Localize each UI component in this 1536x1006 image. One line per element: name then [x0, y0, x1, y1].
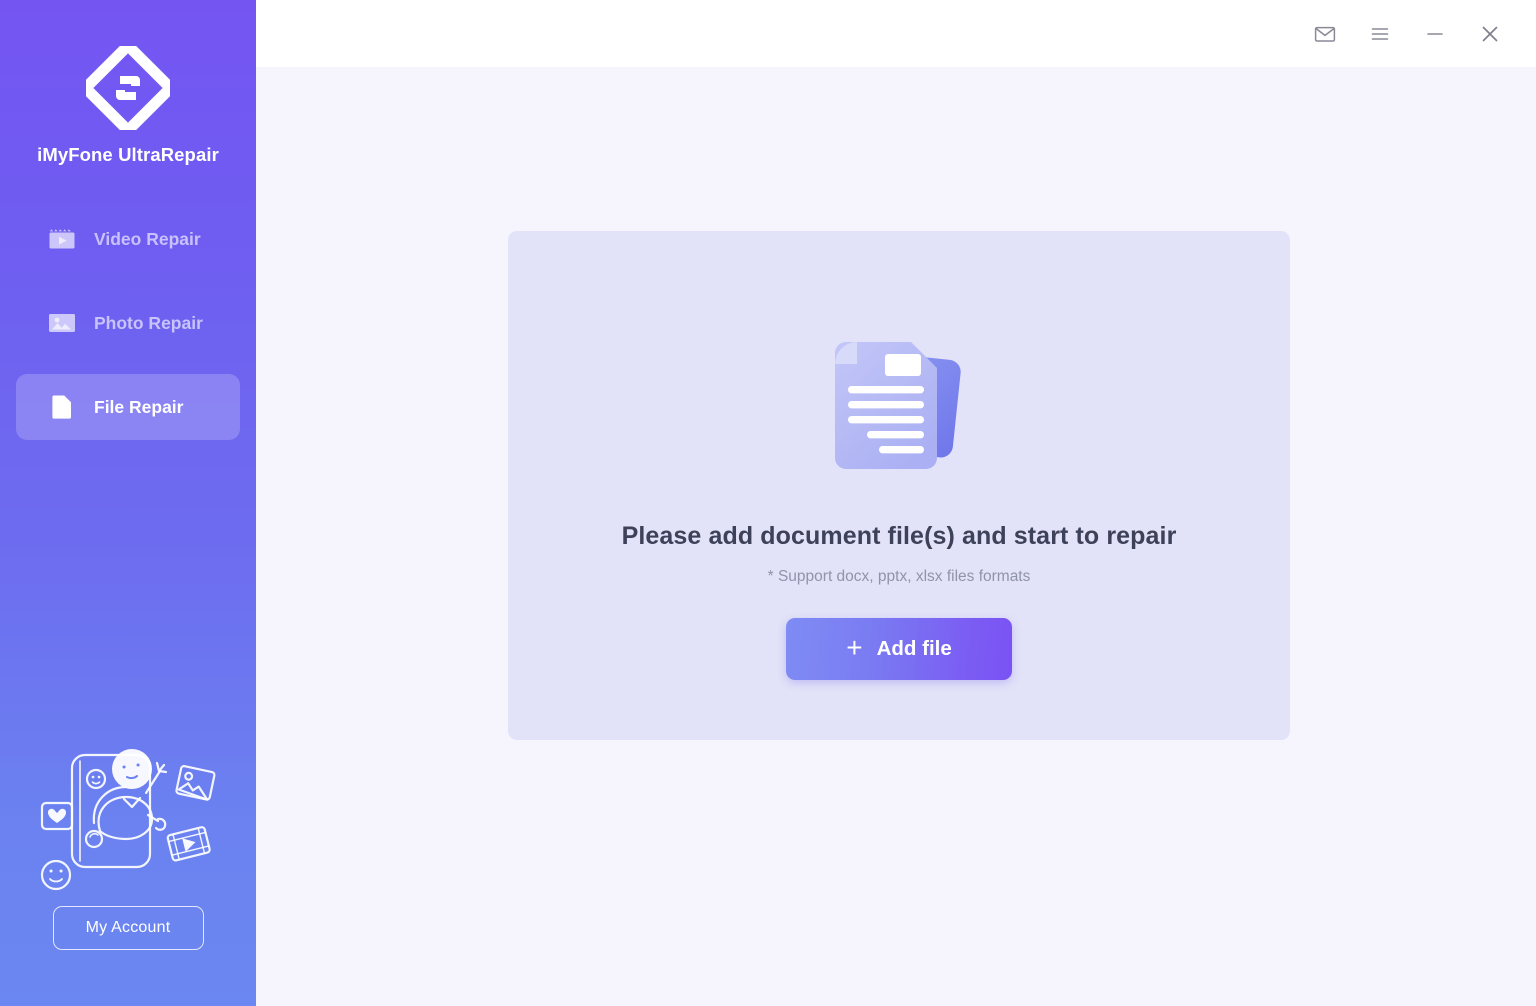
sidebar-item-label: File Repair: [94, 396, 184, 417]
window-titlebar: [256, 0, 1536, 67]
person-in-phone-illustration: [0, 722, 256, 902]
sidebar-item-photo-repair[interactable]: Photo Repair: [16, 290, 240, 356]
sidebar-item-file-repair[interactable]: File Repair: [16, 374, 240, 440]
mail-icon[interactable]: [1303, 12, 1347, 56]
dropzone-title: Please add document file(s) and start to…: [621, 522, 1177, 550]
document-stack-illustration: [819, 335, 979, 485]
sidebar-item-video-repair[interactable]: Video Repair: [16, 206, 240, 272]
dropzone-subtitle: * Support docx, pptx, xlsx files formats: [767, 568, 1031, 585]
add-file-label: Add file: [876, 637, 952, 660]
menu-icon[interactable]: [1358, 12, 1402, 56]
brand-name: iMyFone UltraRepair: [37, 144, 219, 165]
app-logo: [0, 44, 256, 132]
sidebar-nav: Video Repair Photo Repair File Repair: [0, 206, 256, 440]
content-area: Please add document file(s) and start to…: [256, 67, 1536, 1006]
document-file-icon: [47, 392, 77, 422]
plus-icon: +: [846, 631, 863, 663]
add-file-button[interactable]: + Add file: [786, 618, 1012, 680]
video-clapper-icon: [47, 224, 77, 254]
app-window: iMyFone UltraRepair Video Repair Photo R…: [0, 0, 1536, 1006]
minimize-icon[interactable]: [1413, 12, 1457, 56]
my-account-button[interactable]: My Account: [52, 906, 204, 950]
sidebar: iMyFone UltraRepair Video Repair Photo R…: [0, 0, 256, 1006]
sidebar-item-label: Photo Repair: [94, 312, 203, 333]
sidebar-footer: My Account: [0, 722, 256, 1006]
main-pane: Please add document file(s) and start to…: [256, 0, 1536, 1006]
photo-image-icon: [47, 308, 77, 338]
file-dropzone[interactable]: Please add document file(s) and start to…: [508, 231, 1290, 740]
sidebar-item-label: Video Repair: [94, 228, 201, 249]
close-icon[interactable]: [1468, 12, 1512, 56]
